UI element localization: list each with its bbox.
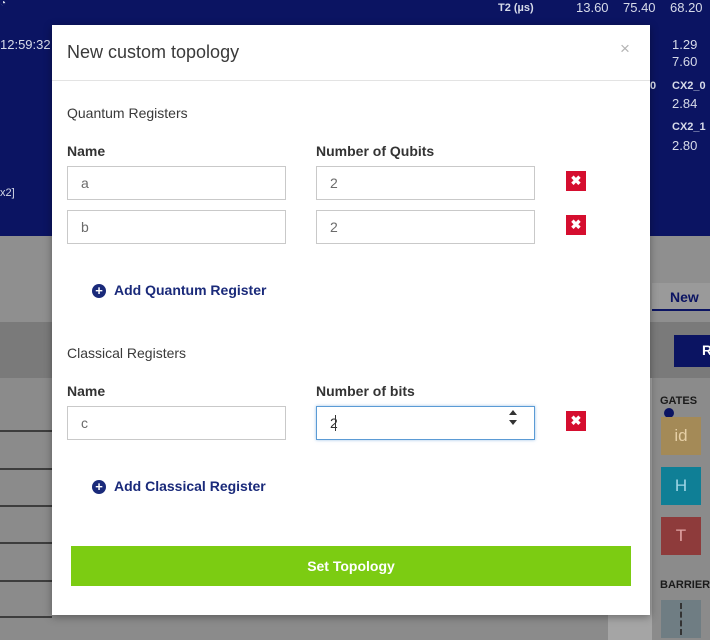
bit-count-input[interactable] [316,406,535,440]
set-topology-button[interactable]: Set Topology [71,546,631,586]
number-spinner[interactable] [507,408,519,428]
qubit-count-header: Number of Qubits [316,143,435,159]
add-quantum-register-link[interactable]: + Add Quantum Register [92,282,266,298]
cx-label-2: CX2_1 [672,121,706,133]
qubit-line-3 [0,505,52,507]
spinner-up-icon[interactable] [509,410,517,415]
qubit-count-input[interactable] [316,210,535,244]
qubit-line-4 [0,542,52,544]
close-icon[interactable]: × [620,39,630,59]
text-caret [335,415,336,431]
t2-label: T2 (µs) [498,2,534,14]
spinner-down-icon[interactable] [509,420,517,425]
quantum-register-name-input[interactable] [67,166,286,200]
qubit-line-1 [0,430,52,432]
qubit-line-6 [0,616,52,618]
partial-value: 0 [650,80,657,92]
error-value-1: 1.29 [672,37,698,52]
tab-new[interactable]: New [652,283,710,311]
t2-value-3: 68.20 [670,0,703,15]
barrier-dashes [680,603,682,635]
run-button[interactable]: R [674,335,710,367]
backend-info-icon: ◔ [0,0,7,9]
gate-barrier[interactable] [661,600,701,638]
barrier-label: BARRIER [660,579,710,591]
register-partial-label: x2] [0,187,15,199]
error-value-3: 2.84 [672,96,698,111]
delete-classical-register-button[interactable]: ✖ [566,411,586,431]
run-button-label: R [702,342,710,358]
gates-label: GATES [660,395,710,419]
delete-quantum-register-button[interactable]: ✖ [566,171,586,191]
delete-quantum-register-button[interactable]: ✖ [566,215,586,235]
classical-registers-title: Classical Registers [67,345,187,361]
error-value-4: 2.80 [672,138,698,153]
t2-value-2: 75.40 [623,0,656,15]
qubit-count-input[interactable] [316,166,535,200]
bit-count-header: Number of bits [316,383,415,399]
modal-title: New custom topology [67,42,240,62]
plus-circle-icon: + [92,480,106,494]
add-classical-register-link[interactable]: + Add Classical Register [92,478,266,494]
quantum-registers-title: Quantum Registers [67,105,188,121]
gate-id[interactable]: id [661,417,701,455]
quantum-register-name-input[interactable] [67,210,286,244]
cx-label-1: CX2_0 [672,80,706,92]
classical-register-name-input[interactable] [67,406,286,440]
add-classical-register-label: Add Classical Register [114,478,266,494]
gate-h[interactable]: H [661,467,701,505]
topology-modal: New custom topology × Quantum Registers … [52,25,650,615]
add-quantum-register-label: Add Quantum Register [114,282,267,298]
gate-t[interactable]: T [661,517,701,555]
classical-name-header: Name [67,383,106,399]
modal-header: New custom topology × [52,25,650,81]
plus-circle-icon: + [92,284,106,298]
qubit-line-2 [0,468,52,470]
last-update-time: 12:59:32 [0,37,51,52]
qubit-line-5 [0,580,52,582]
quantum-name-header: Name [67,143,106,159]
t2-value-1: 13.60 [576,0,609,15]
error-value-2: 7.60 [672,54,698,69]
tab-new-label: New [670,289,699,305]
